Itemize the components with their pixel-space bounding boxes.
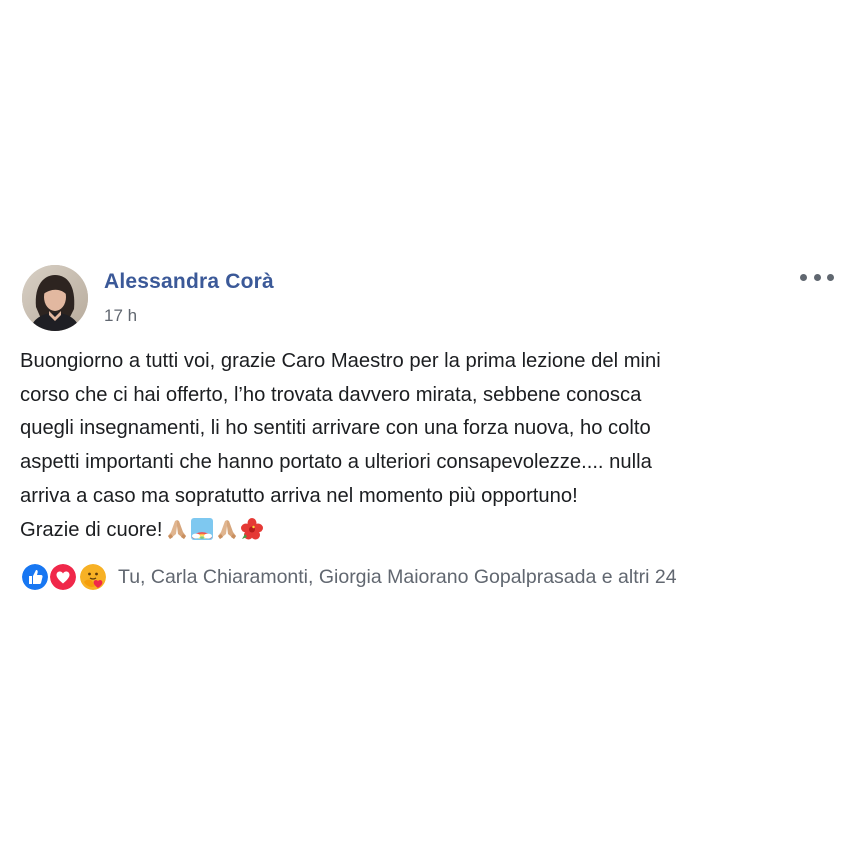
avatar-photo bbox=[22, 265, 88, 331]
post-body-line: aspetti importanti che hanno portato a u… bbox=[20, 451, 652, 474]
post-body-last-line: Grazie di cuore! bbox=[20, 514, 832, 548]
folded-hands-icon bbox=[167, 519, 186, 539]
post-body-line: Buongiorno a tutti voi, grazie Caro Maes… bbox=[20, 350, 661, 372]
post-body-line: Grazie di cuore! bbox=[20, 518, 163, 541]
love-icon bbox=[48, 562, 78, 592]
post-body-line: arriva a caso ma sopratutto arriva nel m… bbox=[20, 484, 578, 507]
care-icon bbox=[78, 562, 108, 592]
post-card: Alessandra Corà 17 h Buongiorno a tutti … bbox=[0, 0, 850, 850]
more-dot bbox=[813, 273, 821, 281]
like-icon bbox=[20, 562, 50, 592]
post-body: Buongiorno a tutti voi, grazie Caro Maes… bbox=[20, 345, 832, 547]
reactions-bar[interactable]: Tu, Carla Chiaramonti, Giorgia Maiorano … bbox=[20, 562, 677, 592]
author-name[interactable]: Alessandra Corà bbox=[104, 270, 274, 294]
reactors-summary[interactable]: Tu, Carla Chiaramonti, Giorgia Maiorano … bbox=[118, 566, 677, 589]
author-avatar[interactable] bbox=[22, 265, 88, 331]
more-options-icon[interactable] bbox=[800, 266, 834, 288]
post-body-line: corso che ci hai offerto, l’ho trovata d… bbox=[20, 383, 642, 406]
post-timestamp[interactable]: 17 h bbox=[104, 306, 137, 326]
rainbow-icon bbox=[190, 517, 213, 540]
post-body-line: quegli insegnamenti, li ho sentiti arriv… bbox=[20, 417, 651, 440]
more-dot bbox=[800, 273, 807, 281]
emoji-sequence bbox=[165, 517, 265, 541]
folded-hands-icon bbox=[217, 519, 236, 539]
reaction-icons bbox=[20, 562, 116, 592]
more-dot bbox=[827, 273, 834, 281]
hibiscus-icon bbox=[240, 517, 263, 540]
